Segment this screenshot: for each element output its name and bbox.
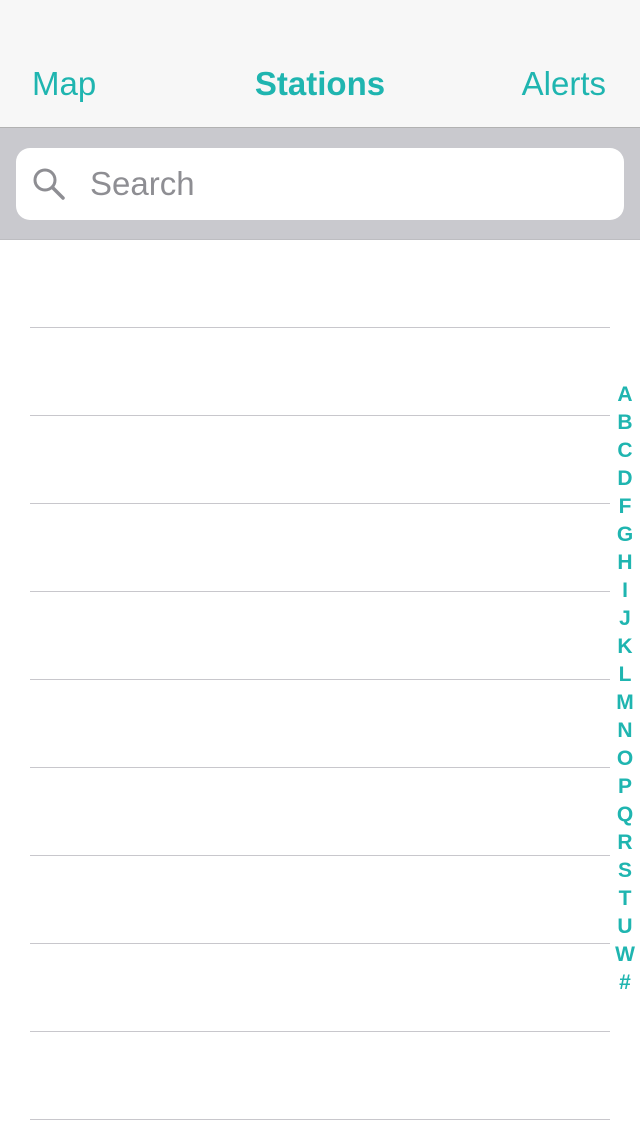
list-item[interactable] <box>0 240 640 328</box>
index-letter[interactable]: U <box>617 913 632 941</box>
index-letter[interactable]: W <box>615 941 635 969</box>
index-letter[interactable]: F <box>619 493 632 521</box>
list-item[interactable] <box>0 768 640 856</box>
index-letter[interactable]: M <box>616 689 634 717</box>
index-letter[interactable]: B <box>617 409 632 437</box>
list-item[interactable] <box>0 944 640 1032</box>
index-letter[interactable]: I <box>622 577 628 605</box>
row-separator <box>30 1119 610 1120</box>
list-item[interactable] <box>0 856 640 944</box>
index-letter[interactable]: R <box>617 829 632 857</box>
list-item[interactable] <box>0 592 640 680</box>
list-item[interactable] <box>0 1032 640 1120</box>
index-letter[interactable]: L <box>619 661 632 689</box>
search-input[interactable] <box>90 148 610 220</box>
list-item[interactable] <box>0 504 640 592</box>
index-letter[interactable]: S <box>618 857 632 885</box>
index-letter[interactable]: K <box>617 633 632 661</box>
index-letter[interactable]: A <box>617 381 632 409</box>
navigation-bar: Map Stations Alerts <box>0 0 640 128</box>
index-letter[interactable]: H <box>617 549 632 577</box>
index-letter[interactable]: D <box>617 465 632 493</box>
search-field[interactable] <box>16 148 624 220</box>
index-letter[interactable]: Q <box>617 801 633 829</box>
section-index[interactable]: A B C D F G H I J K L M N O P Q R S T U W # <box>610 381 640 997</box>
stations-screen: Map Stations Alerts ABCDFGHIJKLMNOPQRSTU… <box>0 0 640 1136</box>
search-bar <box>0 128 640 240</box>
alerts-button[interactable]: Alerts <box>522 64 606 104</box>
index-letter[interactable]: J <box>619 605 631 633</box>
search-icon <box>33 168 65 200</box>
list-item[interactable] <box>0 416 640 504</box>
list-item[interactable] <box>0 328 640 416</box>
index-letter[interactable]: T <box>619 885 632 913</box>
list-item[interactable] <box>0 680 640 768</box>
index-letter[interactable]: # <box>619 969 631 997</box>
station-list <box>0 240 640 1136</box>
index-letter[interactable]: O <box>617 745 633 773</box>
index-letter[interactable]: P <box>618 773 632 801</box>
index-letter[interactable]: G <box>617 521 633 549</box>
index-letter[interactable]: C <box>617 437 632 465</box>
index-letter[interactable]: N <box>617 717 632 745</box>
